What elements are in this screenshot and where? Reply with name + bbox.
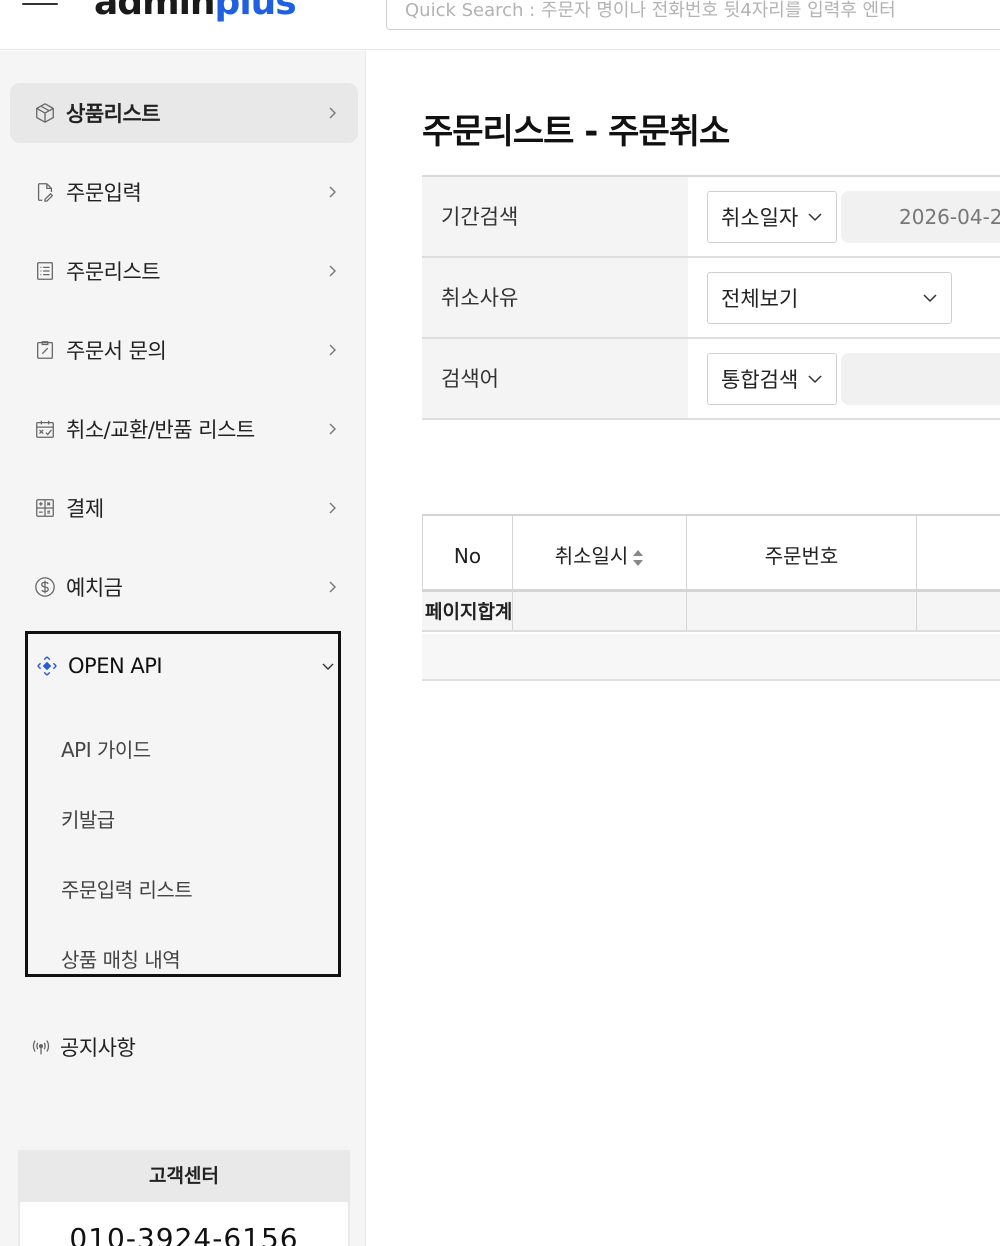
keyword-type-value: 통합검색 bbox=[721, 368, 799, 392]
sidebar-subitem-api-guide[interactable]: API 가이드 bbox=[61, 734, 151, 763]
summary-label: 페이지합계 bbox=[422, 592, 513, 630]
customer-center-phone-box: 010-3924-6156 bbox=[20, 1202, 348, 1246]
sidebar-subitem-order-input-list[interactable]: 주문입력 리스트 bbox=[61, 874, 193, 903]
sidebar-item-label: 상품리스트 bbox=[66, 102, 161, 126]
chevron-down-icon bbox=[318, 656, 338, 676]
filter-label-period: 기간검색 bbox=[422, 177, 688, 256]
sidebar-item-notice[interactable]: 공지사항 bbox=[10, 1017, 358, 1077]
sidebar: 상품리스트 주문입력 주문리스트 주문서 문의 취소/교환/반품 리스트 결제 … bbox=[0, 51, 366, 1246]
customer-center: 고객센터 010-3924-6156 bbox=[18, 1150, 350, 1246]
menu-icon[interactable] bbox=[22, 0, 58, 14]
chevron-right-icon bbox=[322, 498, 342, 518]
column-header-order-number[interactable]: 주문번호 bbox=[687, 516, 917, 591]
clipboard-edit-icon bbox=[32, 337, 58, 363]
period-start-date-input[interactable] bbox=[841, 191, 1000, 243]
logo-accent-text: plus bbox=[214, 0, 297, 23]
customer-center-phone[interactable]: 010-3924-6156 bbox=[20, 1222, 348, 1246]
keyword-type-select[interactable]: 통합검색 bbox=[707, 353, 837, 405]
filter-label-keyword: 검색어 bbox=[422, 339, 688, 418]
column-header-no[interactable]: No bbox=[422, 516, 513, 591]
logo-main-text: admin bbox=[94, 0, 216, 23]
keyword-input[interactable] bbox=[841, 353, 1000, 405]
chevron-down-icon bbox=[808, 375, 822, 384]
sidebar-item-cancel-exchange-return[interactable]: 취소/교환/반품 리스트 bbox=[10, 399, 358, 459]
calculator-icon bbox=[32, 495, 58, 521]
api-icon bbox=[34, 653, 60, 679]
filter-row-reason: 취소사유 전체보기 bbox=[422, 258, 1000, 339]
logo[interactable]: adminplus bbox=[94, 0, 297, 23]
sidebar-item-label: OPEN API bbox=[68, 654, 163, 678]
chevron-right-icon bbox=[322, 419, 342, 439]
filter-label-reason: 취소사유 bbox=[422, 258, 688, 337]
sidebar-item-open-api[interactable]: OPEN API bbox=[28, 646, 338, 686]
chevron-right-icon bbox=[322, 182, 342, 202]
filter-row-period: 기간검색 취소일자 bbox=[422, 177, 1000, 258]
sidebar-item-label: 주문서 문의 bbox=[66, 339, 167, 363]
page-title: 주문리스트 - 주문취소 bbox=[422, 112, 730, 152]
quick-search-input[interactable] bbox=[387, 0, 1000, 29]
chevron-down-icon bbox=[923, 294, 937, 303]
sidebar-item-deposit[interactable]: 예치금 bbox=[10, 557, 358, 617]
summary-cell bbox=[687, 592, 917, 630]
sidebar-item-label: 주문입력 bbox=[66, 181, 142, 205]
chevron-right-icon bbox=[322, 261, 342, 281]
sidebar-subitem-key-issue[interactable]: 키발급 bbox=[61, 804, 115, 833]
top-bar: adminplus bbox=[0, 0, 1000, 50]
customer-center-title: 고객센터 bbox=[149, 1165, 219, 1187]
chevron-right-icon bbox=[322, 103, 342, 123]
sort-icon[interactable] bbox=[632, 548, 644, 568]
box-icon bbox=[32, 100, 58, 126]
dollar-icon bbox=[32, 574, 58, 600]
sidebar-item-order-inquiry[interactable]: 주문서 문의 bbox=[10, 320, 358, 380]
open-api-group: OPEN API API 가이드 키발급 주문입력 리스트 상품 매칭 내역 bbox=[25, 631, 341, 977]
sidebar-item-label: 예치금 bbox=[66, 576, 123, 600]
summary-cell bbox=[513, 592, 687, 630]
keyword-field[interactable] bbox=[841, 353, 1000, 405]
table-summary-row: 페이지합계 bbox=[422, 592, 1000, 632]
edit-document-icon bbox=[32, 179, 58, 205]
sidebar-item-label: 주문리스트 bbox=[66, 260, 161, 284]
search-filter-panel: 기간검색 취소일자 취소사유 전체보기 검색어 통합검색 bbox=[422, 175, 1000, 420]
period-type-value: 취소일자 bbox=[721, 206, 799, 230]
cancel-reason-value: 전체보기 bbox=[721, 287, 799, 311]
sidebar-item-label: 공지사항 bbox=[60, 1036, 136, 1060]
table-header: No 취소일시 주문번호 bbox=[422, 514, 1000, 592]
table-empty-row bbox=[422, 634, 1000, 681]
sidebar-item-product-list[interactable]: 상품리스트 bbox=[10, 83, 358, 143]
cancel-order-table: No 취소일시 주문번호 페이지합계 bbox=[422, 514, 1000, 681]
period-date-field[interactable] bbox=[841, 191, 1000, 243]
list-icon bbox=[32, 258, 58, 284]
chevron-down-icon bbox=[808, 213, 822, 222]
chevron-right-icon bbox=[322, 577, 342, 597]
filter-row-keyword: 검색어 통합검색 bbox=[422, 339, 1000, 420]
sidebar-item-label: 취소/교환/반품 리스트 bbox=[66, 418, 255, 442]
broadcast-icon bbox=[28, 1034, 54, 1060]
sidebar-item-payment[interactable]: 결제 bbox=[10, 478, 358, 538]
sidebar-subitem-product-matching[interactable]: 상품 매칭 내역 bbox=[61, 944, 181, 973]
column-header-cancel-datetime[interactable]: 취소일시 bbox=[513, 516, 687, 591]
chevron-right-icon bbox=[322, 340, 342, 360]
sidebar-item-order-input[interactable]: 주문입력 bbox=[10, 162, 358, 222]
quick-search bbox=[386, 0, 1000, 30]
cancel-reason-select[interactable]: 전체보기 bbox=[707, 272, 952, 324]
period-type-select[interactable]: 취소일자 bbox=[707, 191, 837, 243]
column-header-label: 취소일시 bbox=[554, 544, 629, 568]
sidebar-item-label: 결제 bbox=[66, 497, 104, 521]
sidebar-item-order-list[interactable]: 주문리스트 bbox=[10, 241, 358, 301]
calendar-cancel-icon bbox=[32, 416, 58, 442]
